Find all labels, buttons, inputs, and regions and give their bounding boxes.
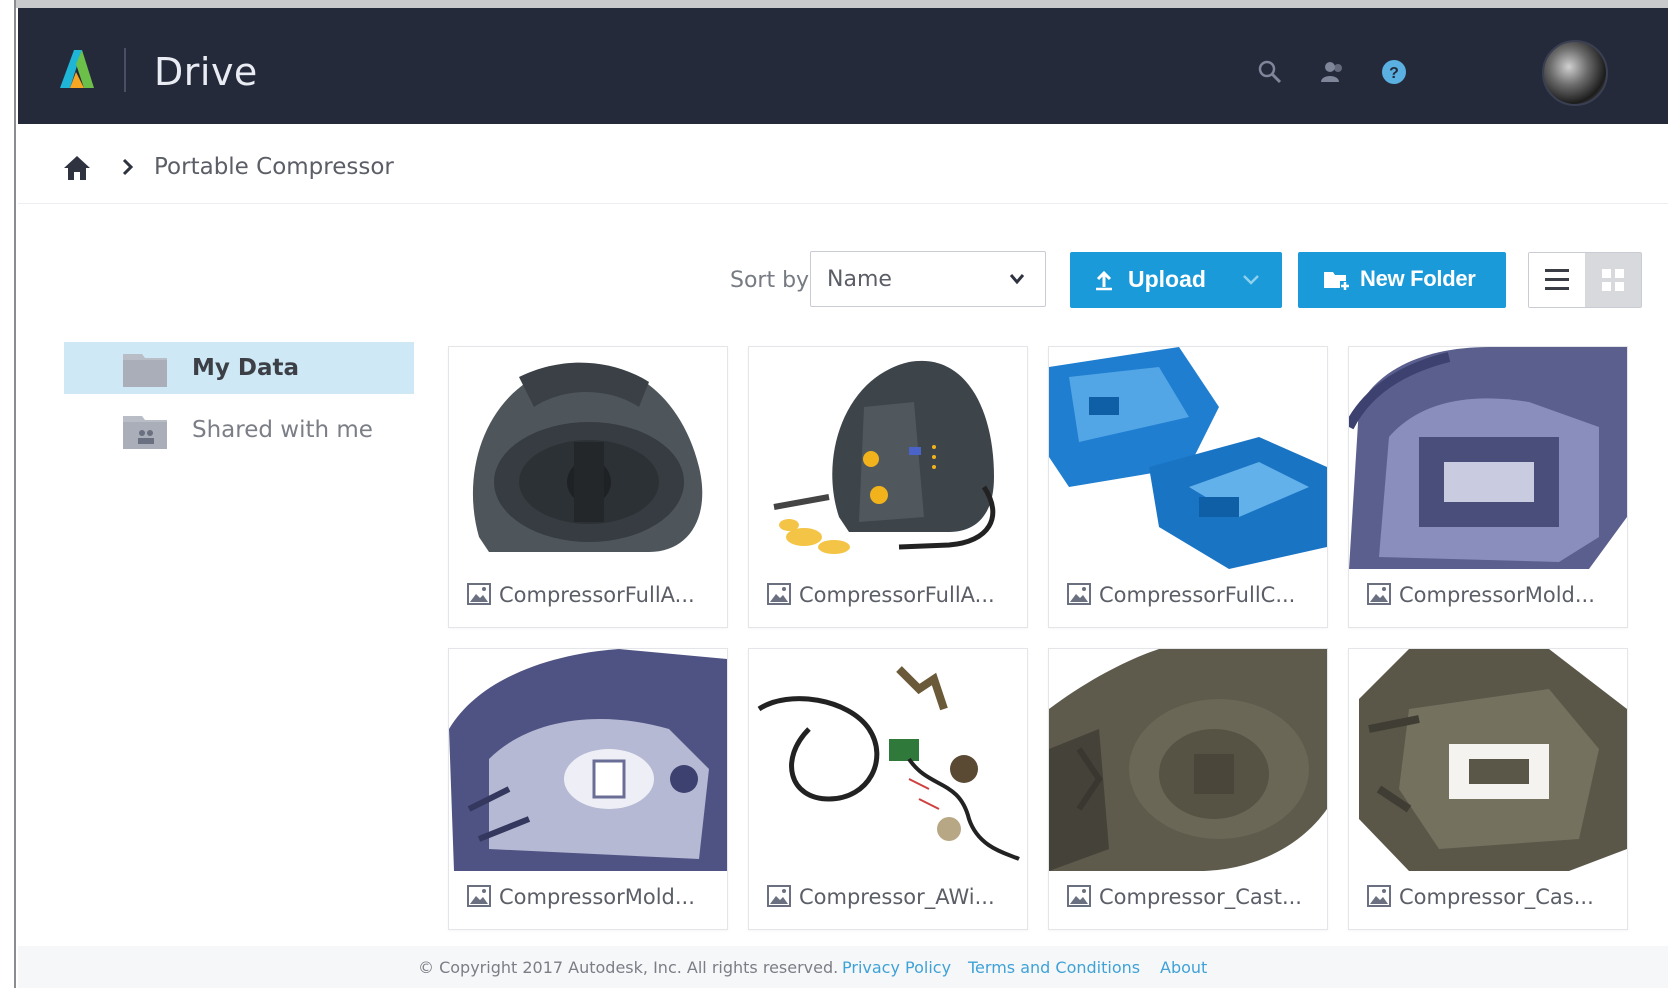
upload-button-label: Upload [1128, 266, 1206, 292]
file-name: Compressor_Cas... [1399, 885, 1594, 909]
file-name: CompressorFullA... [499, 583, 695, 607]
file-name: CompressorFullA... [799, 583, 995, 607]
sidebar-item-label: Shared with me [192, 417, 373, 443]
image-file-icon [767, 885, 791, 907]
sort-by-label: Sort by [730, 268, 810, 293]
app-title: Drive [154, 50, 258, 94]
file-thumbnail [449, 347, 727, 569]
help-icon[interactable]: ? [1380, 58, 1408, 86]
new-folder-icon [1324, 272, 1350, 291]
file-thumbnail [1349, 347, 1627, 569]
chevron-down-icon [1009, 274, 1025, 285]
file-thumbnail [1049, 649, 1327, 871]
file-thumbnail [749, 649, 1027, 871]
view-toggle [1528, 252, 1642, 308]
file-name: Compressor_Cast... [1099, 885, 1302, 909]
window-left-border [0, 0, 16, 988]
file-thumbnail [449, 649, 727, 871]
breadcrumb: Portable Compressor [18, 124, 1668, 204]
file-thumbnail [749, 347, 1027, 569]
user-avatar[interactable] [1542, 40, 1608, 106]
image-file-icon [1367, 583, 1391, 605]
image-file-icon [1067, 885, 1091, 907]
sort-select[interactable]: Name [810, 251, 1046, 307]
file-card[interactable]: Compressor_AWi... [748, 648, 1028, 930]
folder-icon [123, 354, 167, 387]
file-card[interactable]: CompressorFullA... [748, 346, 1028, 628]
chevron-right-icon [122, 158, 134, 176]
svg-text:?: ? [1389, 65, 1399, 82]
image-file-icon [1367, 885, 1391, 907]
terms-link[interactable]: Terms and Conditions [968, 958, 1140, 977]
file-name: CompressorMold... [1399, 583, 1595, 607]
sidebar-item-label: My Data [192, 355, 300, 381]
file-thumbnail [1349, 649, 1627, 871]
sidebar-item-shared-with-me[interactable]: Shared with me [64, 404, 414, 456]
privacy-policy-link[interactable]: Privacy Policy [842, 958, 951, 977]
window-top-border [0, 0, 1668, 8]
logo-divider [124, 48, 126, 92]
people-icon[interactable] [1318, 58, 1346, 86]
file-card[interactable]: Compressor_Cast... [1048, 648, 1328, 930]
image-file-icon [767, 583, 791, 605]
sidebar-item-my-data[interactable]: My Data [64, 342, 414, 394]
list-view-button[interactable] [1529, 253, 1585, 307]
list-icon [1545, 269, 1569, 290]
chevron-down-icon[interactable] [1242, 274, 1260, 286]
image-file-icon [467, 583, 491, 605]
new-folder-button-label: New Folder [1360, 266, 1476, 291]
file-thumbnail [1049, 347, 1327, 569]
shared-folder-icon [123, 416, 167, 449]
autodesk-logo-icon[interactable] [56, 46, 96, 90]
new-folder-button[interactable]: New Folder [1298, 252, 1506, 308]
breadcrumb-item-current[interactable]: Portable Compressor [154, 154, 394, 180]
file-name: CompressorMold... [499, 885, 695, 909]
file-card[interactable]: CompressorFullA... [448, 346, 728, 628]
sort-select-value: Name [827, 267, 892, 292]
upload-button[interactable]: Upload [1070, 252, 1282, 308]
image-file-icon [467, 885, 491, 907]
home-icon[interactable] [62, 154, 92, 182]
image-file-icon [1067, 583, 1091, 605]
file-card[interactable]: CompressorMold... [1348, 346, 1628, 628]
footer: © Copyright 2017 Autodesk, Inc. All righ… [18, 946, 1668, 988]
grid-icon [1602, 269, 1624, 291]
app-header: Drive ? [18, 8, 1668, 124]
file-name: CompressorFullC... [1099, 583, 1296, 607]
file-card[interactable]: CompressorMold... [448, 648, 728, 930]
upload-icon [1096, 270, 1112, 291]
file-card[interactable]: Compressor_Cas... [1348, 648, 1628, 930]
about-link[interactable]: About [1160, 958, 1207, 977]
file-card[interactable]: CompressorFullC... [1048, 346, 1328, 628]
copyright-text: © Copyright 2017 Autodesk, Inc. All righ… [418, 958, 839, 977]
search-icon[interactable] [1256, 58, 1284, 86]
file-name: Compressor_AWi... [799, 885, 995, 909]
grid-view-button[interactable] [1585, 253, 1641, 307]
